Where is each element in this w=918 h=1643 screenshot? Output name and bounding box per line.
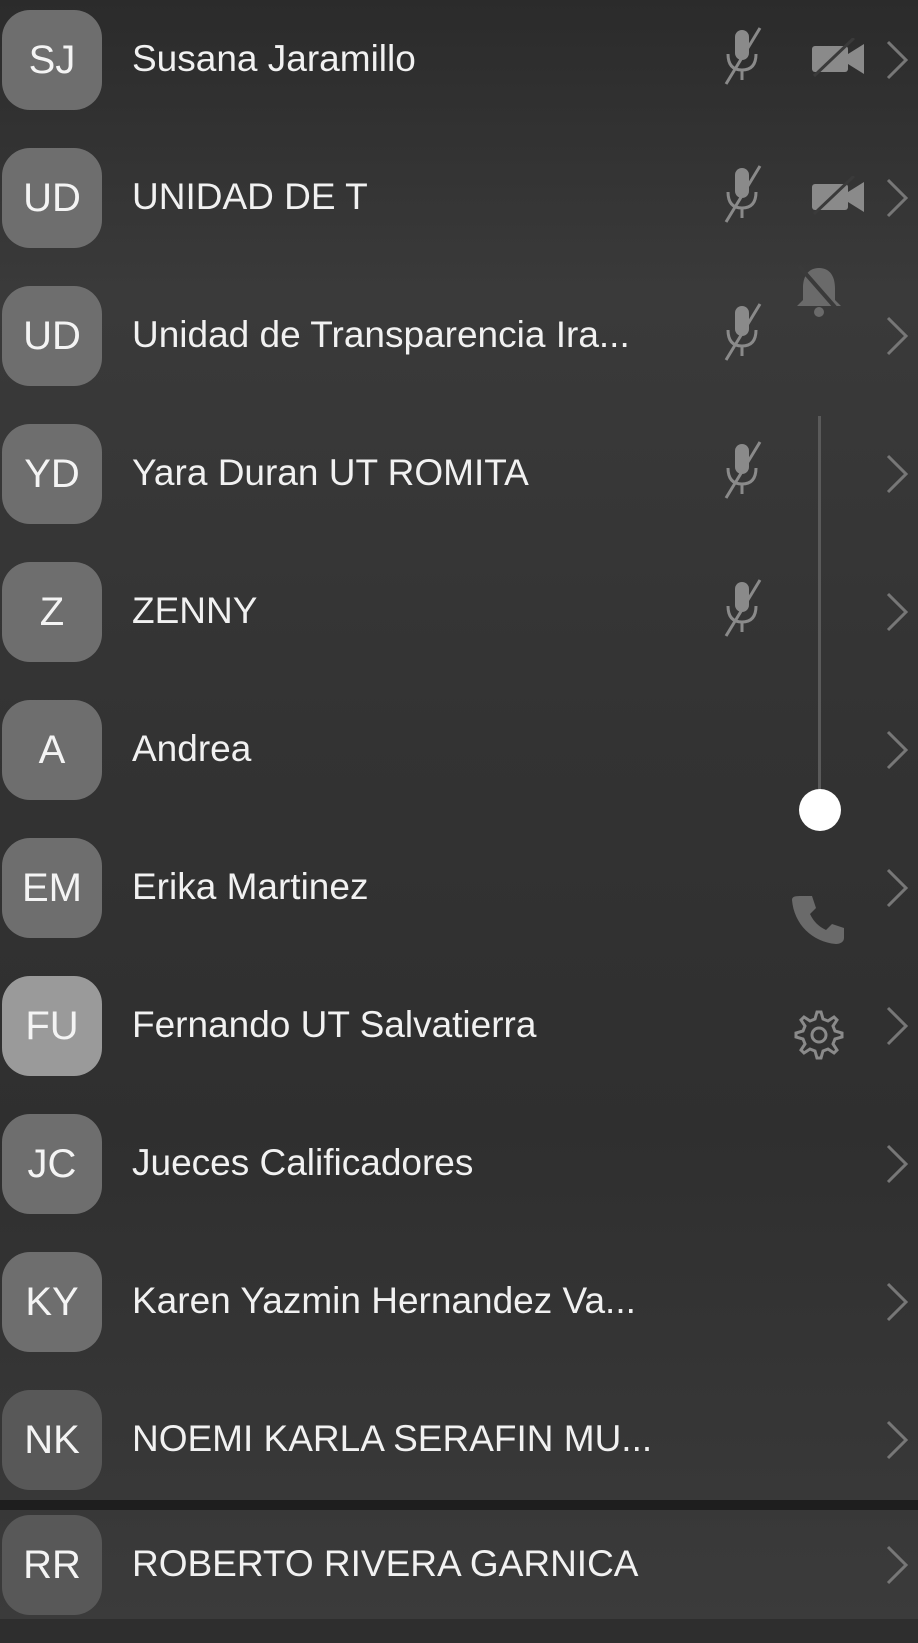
chevron-right-icon[interactable] [884, 1543, 912, 1587]
participant-name: ZENNY [132, 590, 258, 631]
avatar: SJ [2, 10, 102, 110]
chevron-right-icon[interactable] [884, 728, 912, 772]
volume-slider-track[interactable] [818, 416, 821, 816]
participant-row[interactable]: RR ROBERTO RIVERA GARNICA [0, 1505, 918, 1643]
participant-name: NOEMI KARLA SERAFIN MU... [132, 1418, 653, 1459]
chevron-right-icon[interactable] [884, 1142, 912, 1186]
participant-row[interactable]: YD Yara Duran UT ROMITA [0, 414, 918, 552]
participant-row[interactable]: A Andrea [0, 690, 918, 828]
participant-name: ROBERTO RIVERA GARNICA [132, 1543, 639, 1584]
chevron-right-icon[interactable] [884, 38, 912, 82]
participant-row[interactable]: NK NOEMI KARLA SERAFIN MU... [0, 1380, 918, 1518]
participant-name: Andrea [132, 728, 252, 769]
chevron-right-icon[interactable] [884, 1004, 912, 1048]
participant-name: Erika Martinez [132, 866, 369, 907]
avatar: A [2, 700, 102, 800]
participant-name: Karen Yazmin Hernandez Va... [132, 1280, 636, 1321]
participant-row[interactable]: UD UNIDAD DE T [0, 138, 918, 276]
video-off-icon [812, 38, 864, 78]
avatar: Z [2, 562, 102, 662]
participant-name: Susana Jaramillo [132, 38, 416, 79]
participant-row[interactable]: JC Jueces Calificadores [0, 1104, 918, 1242]
participant-row[interactable]: Z ZENNY [0, 552, 918, 690]
avatar: FU [2, 976, 102, 1076]
mic-muted-icon [724, 303, 762, 361]
avatar: EM [2, 838, 102, 938]
mic-muted-icon [724, 27, 762, 85]
mic-muted-icon [724, 165, 762, 223]
chevron-right-icon[interactable] [884, 314, 912, 358]
participant-name: Unidad de Transparencia Ira... [132, 314, 630, 355]
avatar: NK [2, 1390, 102, 1490]
chevron-right-icon[interactable] [884, 452, 912, 496]
bell-muted-icon[interactable] [793, 262, 845, 318]
volume-slider-thumb[interactable] [799, 789, 841, 831]
participant-row[interactable]: KY Karen Yazmin Hernandez Va... [0, 1242, 918, 1380]
participant-name: Fernando UT Salvatierra [132, 1004, 537, 1045]
gear-icon[interactable] [790, 1008, 844, 1062]
chevron-right-icon[interactable] [884, 1418, 912, 1462]
mic-muted-icon [724, 441, 762, 499]
participant-name: Yara Duran UT ROMITA [132, 452, 529, 493]
avatar: JC [2, 1114, 102, 1214]
avatar: UD [2, 148, 102, 248]
participant-list: SJ Susana Jaramillo UD UNIDAD DE T UD Un… [0, 0, 918, 1619]
chevron-right-icon[interactable] [884, 176, 912, 220]
participant-name: UNIDAD DE T [132, 176, 368, 217]
participant-row[interactable]: UD Unidad de Transparencia Ira... [0, 276, 918, 414]
participant-row[interactable]: SJ Susana Jaramillo [0, 0, 918, 138]
avatar: KY [2, 1252, 102, 1352]
video-off-icon [812, 176, 864, 216]
avatar: UD [2, 286, 102, 386]
mic-muted-icon [724, 579, 762, 637]
participant-row[interactable]: FU Fernando UT Salvatierra [0, 966, 918, 1104]
chevron-right-icon[interactable] [884, 590, 912, 634]
phone-icon[interactable] [790, 890, 846, 946]
participant-name: Jueces Calificadores [132, 1142, 474, 1183]
avatar: YD [2, 424, 102, 524]
avatar: RR [2, 1515, 102, 1615]
chevron-right-icon[interactable] [884, 866, 912, 910]
chevron-right-icon[interactable] [884, 1280, 912, 1324]
participant-row[interactable]: EM Erika Martinez [0, 828, 918, 966]
